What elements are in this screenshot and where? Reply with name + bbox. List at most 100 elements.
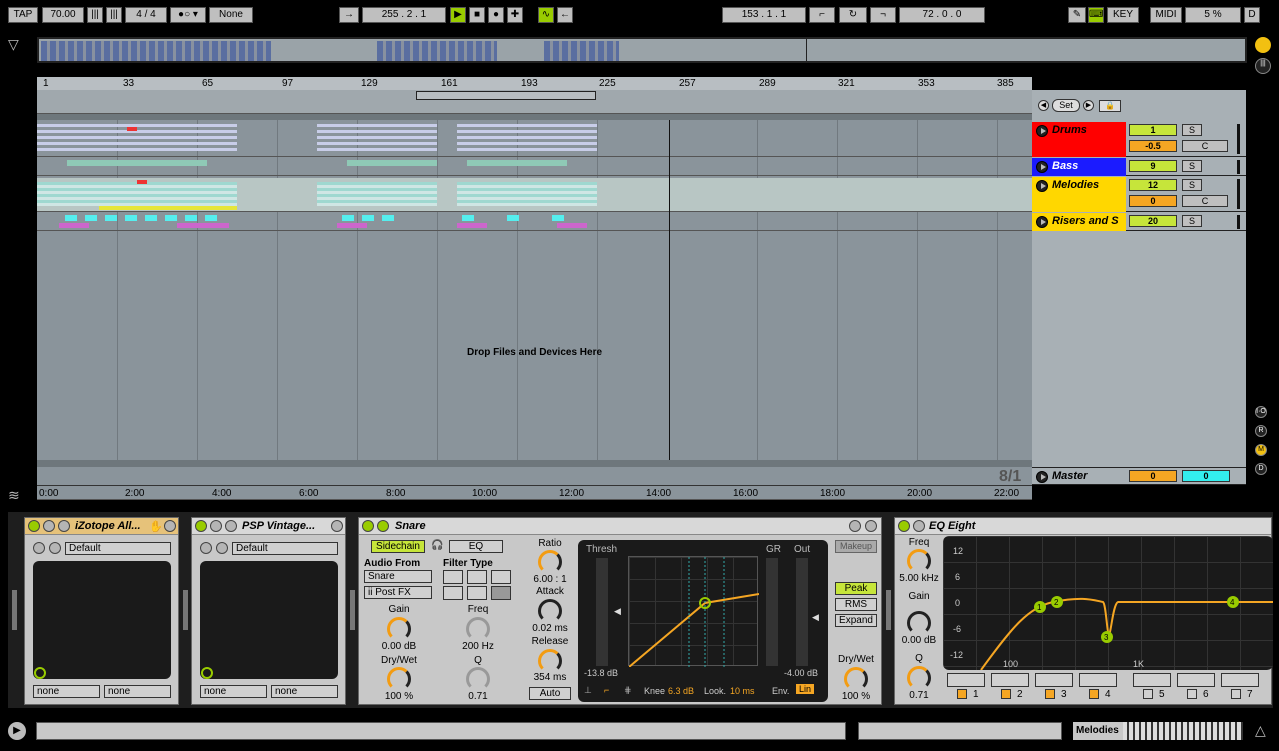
display-activity-icon[interactable]: ⋕ <box>624 685 632 696</box>
compressor-display[interactable]: Thresh GR Out ◀ ◀ -13.8 dB -4.00 dB ⊥ ⌐ … <box>578 540 828 702</box>
freq-value[interactable]: 200 Hz <box>448 641 508 652</box>
q-value[interactable]: 0.71 <box>899 690 939 701</box>
crossfade-button[interactable]: C <box>1182 195 1228 207</box>
band-7-toggle[interactable] <box>1231 689 1241 699</box>
eq-point-2[interactable]: 2 <box>1054 598 1059 607</box>
quantization-menu[interactable]: None <box>209 7 253 23</box>
preset-menu-icon[interactable] <box>216 542 228 554</box>
chain-scroll-handle[interactable] <box>183 590 188 630</box>
track-name[interactable]: Master <box>1052 470 1087 482</box>
freq-value[interactable]: 5.00 kHz <box>895 573 943 584</box>
q-knob[interactable] <box>466 667 490 691</box>
device-power-icon[interactable] <box>362 520 374 532</box>
crossfade-button[interactable]: C <box>1182 140 1228 152</box>
track-name[interactable]: Risers and S <box>1052 215 1119 227</box>
device-fold-icon[interactable] <box>43 520 55 532</box>
xy-handle[interactable] <box>201 667 213 679</box>
band-3-filter-icon[interactable] <box>1035 673 1073 687</box>
x-mapping-field[interactable]: none <box>200 685 267 698</box>
clip-risers-6[interactable] <box>462 215 582 221</box>
x-mapping-field[interactable]: none <box>33 685 100 698</box>
post-fx-select[interactable]: ii Post FX <box>364 586 432 599</box>
filter-notch-icon[interactable] <box>467 586 487 600</box>
gain-value[interactable]: 0.00 dB <box>895 635 943 646</box>
q-knob[interactable] <box>907 666 931 690</box>
ratio-value[interactable]: 6.00 : 1 <box>521 574 579 585</box>
device-play-icon[interactable] <box>377 520 389 532</box>
thresh-arrow-icon[interactable]: ◀ <box>614 606 621 617</box>
device-expand-icon[interactable] <box>849 520 861 532</box>
device-title-bar[interactable]: PSP Vintage... <box>192 518 345 535</box>
freq-knob[interactable] <box>466 617 490 641</box>
delay-toggle-icon[interactable]: D <box>1255 463 1267 475</box>
add-button[interactable]: ✚ <box>507 7 523 23</box>
midi-map-button[interactable]: MIDI <box>1150 7 1182 23</box>
draw-mode-icon[interactable]: ✎ <box>1068 7 1086 23</box>
clip-drums-3[interactable] <box>457 124 597 152</box>
track-volume[interactable]: 12 <box>1129 179 1177 191</box>
track-fold-icon[interactable] <box>1036 180 1048 192</box>
track-fold-icon[interactable] <box>1036 161 1048 173</box>
filter-lowpass-icon[interactable] <box>443 570 463 584</box>
lane-drums[interactable] <box>37 122 1032 157</box>
device-power-icon[interactable] <box>195 520 207 532</box>
mixer-toggle-icon[interactable]: ||| <box>1255 58 1271 74</box>
prev-locator-icon[interactable]: ◀ <box>1038 100 1049 111</box>
output-arrow-icon[interactable]: ◀ <box>812 612 819 623</box>
returns-toggle-icon[interactable]: R <box>1255 425 1267 437</box>
band-1-toggle[interactable] <box>957 689 967 699</box>
filter-peak-icon[interactable] <box>491 586 511 600</box>
knee-value[interactable]: 6.3 dB <box>668 686 694 696</box>
attack-knob[interactable] <box>538 599 562 623</box>
song-position-field[interactable]: 255 . 2 . 1 <box>362 7 446 23</box>
loop-brace-lane[interactable] <box>37 90 1032 114</box>
clip-risers-1[interactable] <box>65 215 225 221</box>
time-ruler[interactable]: 0:00 2:00 4:00 6:00 8:00 10:00 12:00 14:… <box>37 485 1032 500</box>
sidechain-eq-toggle[interactable]: EQ <box>449 540 503 553</box>
peak-button[interactable]: Peak <box>835 582 877 595</box>
chain-scroll-handle[interactable] <box>886 590 891 630</box>
set-locator-button[interactable]: Set <box>1052 99 1080 112</box>
filter-bandpass-icon[interactable] <box>467 570 487 584</box>
release-knob[interactable] <box>538 649 562 673</box>
back-to-arrangement-button[interactable]: ← <box>557 7 573 23</box>
drywet-knob[interactable] <box>844 667 868 691</box>
track-fold-icon[interactable] <box>1036 125 1048 137</box>
gain-value[interactable]: 0.00 dB <box>369 641 429 652</box>
computer-keyboard-icon[interactable]: ⌨ <box>1088 7 1104 23</box>
save-icon[interactable] <box>865 520 877 532</box>
device-power-icon[interactable] <box>28 520 40 532</box>
auto-release-button[interactable]: Auto <box>529 687 571 700</box>
play-button[interactable]: ▶ <box>450 7 466 23</box>
track-volume[interactable]: 9 <box>1129 160 1177 172</box>
track-name[interactable]: Bass <box>1052 160 1078 172</box>
clip-risers-2[interactable] <box>59 223 89 228</box>
band-6-toggle[interactable] <box>1187 689 1197 699</box>
xy-handle[interactable] <box>34 667 46 679</box>
gain-knob[interactable] <box>907 611 931 635</box>
track-master[interactable]: Master 0 0 <box>1032 467 1246 485</box>
next-locator-icon[interactable]: ▶ <box>1083 100 1094 111</box>
eq-point-3[interactable]: 3 <box>1104 633 1109 642</box>
eq-point-4[interactable]: 4 <box>1230 598 1235 607</box>
io-toggle-icon[interactable]: I·O <box>1255 406 1267 418</box>
collapse-overview-icon[interactable]: ▽ <box>8 36 26 52</box>
detail-view-icon[interactable]: ≋ <box>8 487 26 503</box>
makeup-button[interactable]: Makeup <box>835 540 877 553</box>
xy-pad[interactable] <box>33 561 171 679</box>
transfer-curve[interactable] <box>628 556 759 667</box>
track-bass[interactable]: Bass 9 S <box>1032 158 1246 176</box>
clip-risers-7[interactable] <box>457 223 487 228</box>
release-value[interactable]: 354 ms <box>521 672 579 683</box>
preset-field[interactable]: Default <box>232 542 338 555</box>
automation-arm-button[interactable]: ∿ <box>538 7 554 23</box>
loop-brace[interactable] <box>416 91 596 100</box>
clip-risers-4[interactable] <box>342 215 402 221</box>
loop-start-field[interactable]: 153 . 1 . 1 <box>722 7 806 23</box>
output-meter[interactable] <box>796 558 808 666</box>
y-mapping-field[interactable]: none <box>271 685 338 698</box>
punch-out-button[interactable]: ¬ <box>870 7 896 23</box>
chain-scroll-handle[interactable] <box>350 590 355 630</box>
preset-menu-icon[interactable] <box>49 542 61 554</box>
device-psp[interactable]: PSP Vintage... Default none none <box>191 517 346 705</box>
